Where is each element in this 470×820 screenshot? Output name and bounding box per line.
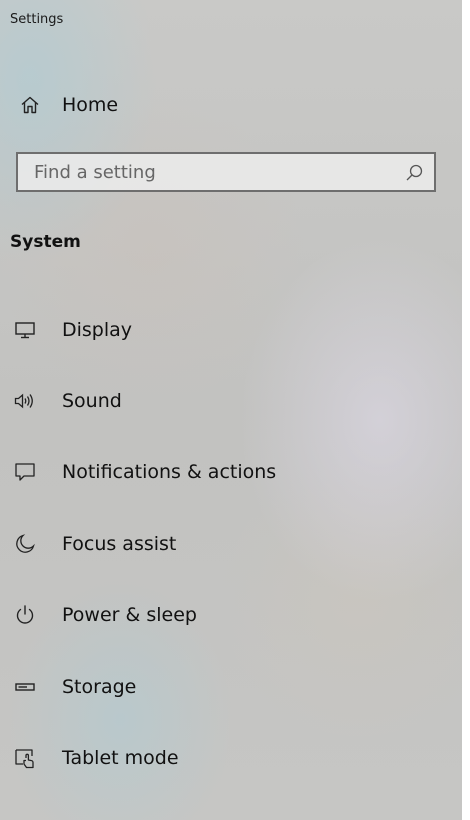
nav-item-tablet-mode[interactable]: Tablet mode [0,734,462,782]
monitor-icon [12,317,38,343]
moon-icon [12,531,38,557]
tablet-mode-icon [12,745,38,771]
nav-item-notifications[interactable]: Notifications & actions [0,448,462,496]
nav-item-label: Sound [62,390,122,412]
nav-item-label: Tablet mode [62,747,179,769]
window-title: Settings [10,12,64,27]
section-title: System [10,232,81,252]
nav-item-label: Notifications & actions [62,461,277,483]
home-label: Home [62,94,119,116]
nav-item-display[interactable]: Display [0,306,462,354]
nav-item-label: Storage [62,676,137,698]
search-input[interactable] [34,161,394,183]
nav-item-label: Power & sleep [62,604,197,626]
settings-sidebar: Settings Home System [0,0,462,820]
home-icon [19,94,41,116]
power-icon [12,602,38,628]
search-box[interactable] [16,152,436,192]
nav-item-label: Focus assist [62,533,177,555]
nav-item-label: Display [62,319,133,341]
storage-icon [12,674,38,700]
window-edge [462,0,470,820]
nav-item-sound[interactable]: Sound [0,377,462,425]
search-icon[interactable] [404,163,424,183]
home-nav-item[interactable]: Home [0,85,462,125]
nav-item-focus-assist[interactable]: Focus assist [0,520,462,568]
notifications-icon [12,459,38,485]
nav-item-storage[interactable]: Storage [0,663,462,711]
speaker-icon [12,388,38,414]
next-item-icon-partial [12,812,36,820]
nav-item-power-sleep[interactable]: Power & sleep [0,591,462,639]
